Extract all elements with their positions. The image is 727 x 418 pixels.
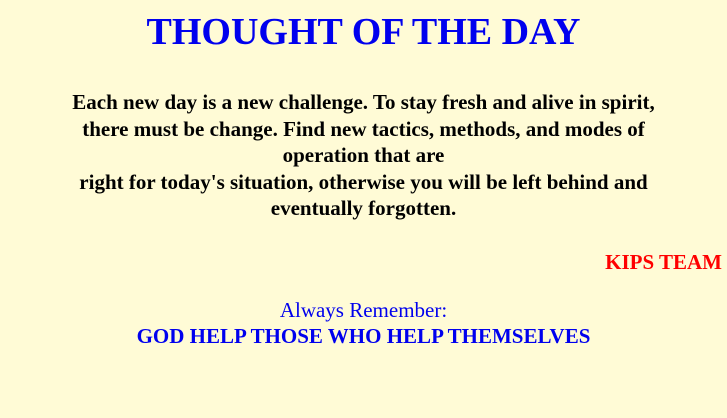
quote-text: Each new day is a new challenge. To stay… [4, 89, 723, 222]
remember-block: Always Remember: GOD HELP THOSE WHO HELP… [4, 297, 723, 349]
remember-label: Always Remember: [279, 297, 448, 322]
remember-motto: GOD HELP THOSE WHO HELP THEMSELVES [136, 323, 591, 348]
quote-line: right for today's situation, otherwise y… [79, 169, 648, 194]
signature: KIPS TEAM [605, 249, 722, 274]
thought-of-the-day-page: THOUGHT OF THE DAY Each new day is a new… [0, 0, 727, 418]
quote-line: eventually forgotten. [270, 196, 457, 220]
quote-line: there must be change. Find new tactics, … [82, 116, 645, 141]
quote-line: Each new day is a new challenge. To stay… [72, 90, 655, 114]
page-title: THOUGHT OF THE DAY [146, 11, 581, 53]
quote-line: operation that are [282, 143, 445, 167]
